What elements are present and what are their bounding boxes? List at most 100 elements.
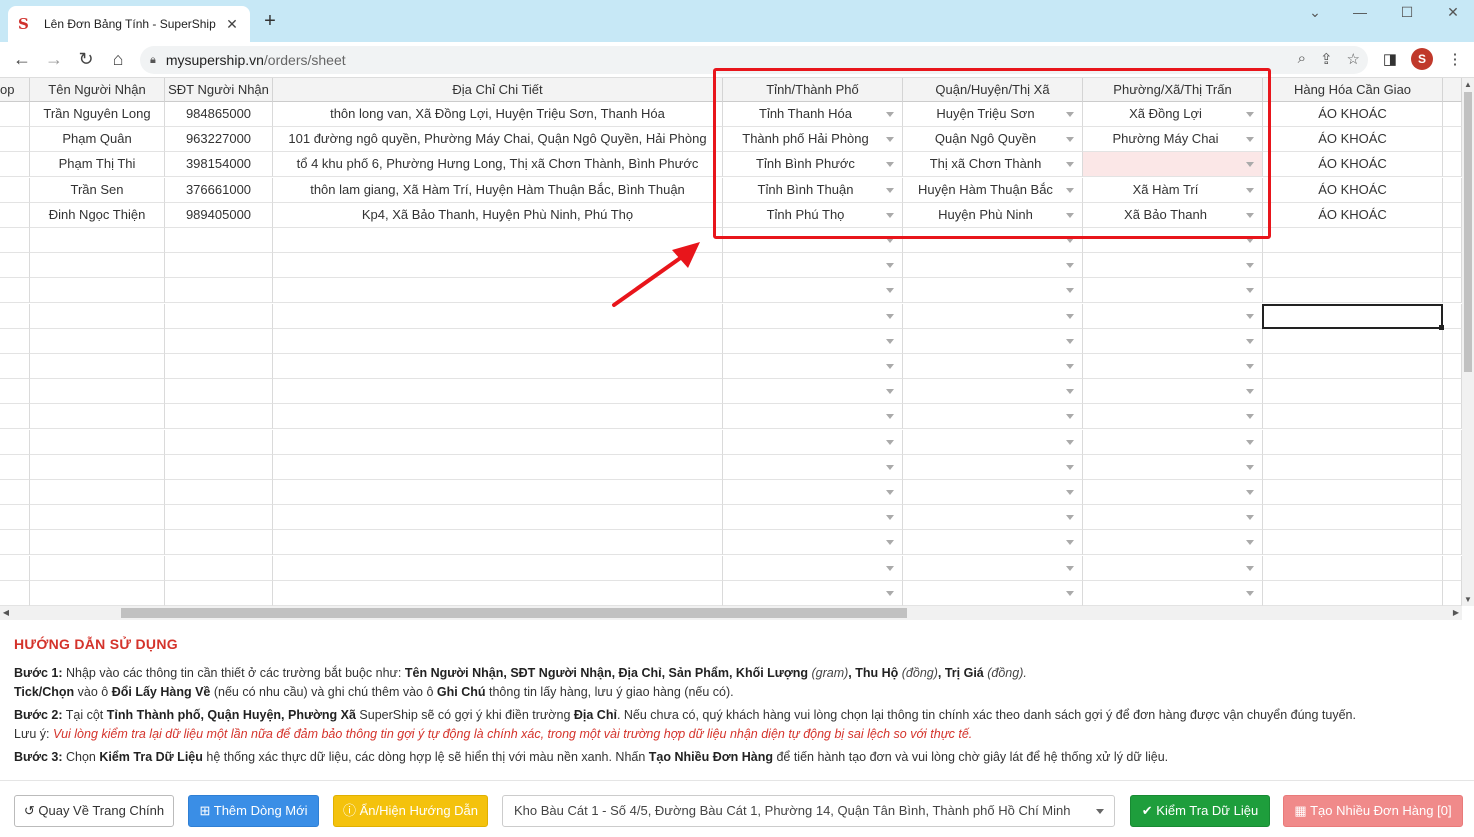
table-cell-district[interactable] (903, 530, 1083, 556)
table-cell-goods[interactable]: ÁO KHOÁC (1263, 127, 1443, 153)
row-stub-cell[interactable] (0, 228, 30, 253)
table-cell-name[interactable] (30, 228, 165, 253)
table-cell-province[interactable] (723, 429, 903, 455)
table-cell-goods[interactable]: ÁO KHOÁC (1263, 202, 1443, 228)
row-stub-cell[interactable] (0, 454, 30, 480)
tab-search-icon[interactable]: ⌄ (1300, 4, 1330, 21)
toggle-guide-button[interactable]: ⓘ Ẩn/Hiện Hướng Dẫn (333, 795, 488, 827)
table-cell-phone[interactable] (165, 253, 273, 279)
table-cell-address[interactable]: Kp4, Xã Bảo Thanh, Huyện Phù Ninh, Phú T… (273, 202, 723, 228)
zoom-icon[interactable]: ⌕ (1298, 50, 1306, 68)
table-cell-phone[interactable] (165, 480, 273, 505)
table-cell-district[interactable] (903, 555, 1083, 581)
table-cell-phone[interactable]: 963227000 (165, 127, 273, 153)
row-stub-cell[interactable] (0, 404, 30, 430)
row-stub-cell[interactable] (0, 177, 30, 203)
scroll-left-icon[interactable]: ◀ (0, 606, 12, 620)
table-cell-goods[interactable] (1263, 228, 1443, 253)
row-stub-cell[interactable] (0, 102, 30, 127)
table-cell-goods[interactable]: ÁO KHOÁC (1263, 102, 1443, 127)
row-stub-cell[interactable] (0, 379, 30, 405)
table-cell-ward[interactable] (1083, 379, 1263, 405)
table-cell-address[interactable] (273, 480, 723, 505)
table-cell-goods[interactable] (1263, 379, 1443, 405)
table-cell-province[interactable] (723, 480, 903, 505)
table-cell-name[interactable] (30, 480, 165, 505)
minimize-icon[interactable]: — (1345, 4, 1375, 20)
table-cell-district[interactable] (903, 580, 1083, 606)
table-cell-name[interactable] (30, 253, 165, 279)
table-cell-name[interactable] (30, 454, 165, 480)
table-cell-name[interactable] (30, 379, 165, 405)
scroll-right-icon[interactable]: ▶ (1450, 606, 1462, 620)
table-cell-phone[interactable] (165, 505, 273, 531)
table-cell-name[interactable] (30, 278, 165, 304)
table-cell-district[interactable] (903, 379, 1083, 405)
table-cell-ward[interactable] (1083, 580, 1263, 606)
table-cell-phone[interactable]: 989405000 (165, 202, 273, 228)
table-cell-phone[interactable] (165, 228, 273, 253)
row-stub-cell[interactable] (0, 505, 30, 531)
close-tab-icon[interactable]: ✕ (224, 16, 240, 33)
table-cell-province[interactable] (723, 404, 903, 430)
table-cell-name[interactable] (30, 429, 165, 455)
table-cell-goods[interactable] (1263, 278, 1443, 304)
table-cell-ward[interactable] (1083, 354, 1263, 379)
browser-tab[interactable]: S Lên Đơn Bảng Tính - SuperShip ✕ (8, 6, 250, 42)
table-cell-address[interactable] (273, 404, 723, 430)
create-orders-button[interactable]: ▦ Tạo Nhiều Đơn Hàng [0] (1283, 795, 1463, 827)
table-cell-goods[interactable] (1263, 555, 1443, 581)
table-cell-ward[interactable] (1083, 480, 1263, 505)
table-cell-province[interactable] (723, 454, 903, 480)
table-cell-goods[interactable] (1263, 354, 1443, 379)
table-cell-district[interactable] (903, 278, 1083, 304)
column-header[interactable]: Tên Người Nhận (30, 78, 165, 102)
table-cell-phone[interactable] (165, 580, 273, 606)
column-header[interactable]: Địa Chỉ Chi Tiết (273, 78, 723, 102)
table-cell-district[interactable] (903, 454, 1083, 480)
selected-cell[interactable] (1262, 304, 1444, 330)
table-cell-phone[interactable]: 376661000 (165, 177, 273, 203)
table-cell-address[interactable] (273, 379, 723, 405)
row-stub-cell[interactable] (0, 580, 30, 606)
table-cell-phone[interactable] (165, 555, 273, 581)
maximize-icon[interactable]: ☐ (1392, 4, 1422, 21)
row-stub-cell[interactable] (0, 152, 30, 178)
row-stub-cell[interactable] (0, 202, 30, 228)
table-cell-goods[interactable] (1263, 328, 1443, 354)
table-cell-name[interactable] (30, 580, 165, 606)
table-cell-phone[interactable] (165, 328, 273, 354)
table-cell-goods[interactable] (1263, 530, 1443, 556)
table-cell-address[interactable]: tổ 4 khu phố 6, Phường Hưng Long, Thị xã… (273, 152, 723, 178)
table-cell-name[interactable] (30, 354, 165, 379)
table-cell-name[interactable] (30, 328, 165, 354)
table-cell-district[interactable] (903, 480, 1083, 505)
row-stub-cell[interactable] (0, 530, 30, 556)
table-cell-name[interactable] (30, 555, 165, 581)
back-home-button[interactable]: ↺ Quay Về Trang Chính (14, 795, 174, 827)
table-cell-goods[interactable] (1263, 404, 1443, 430)
table-cell-goods[interactable] (1263, 505, 1443, 531)
horizontal-scrollbar[interactable]: ◀ ▶ (0, 606, 1462, 620)
side-panel-icon[interactable]: ◨ (1379, 50, 1401, 68)
table-cell-district[interactable] (903, 328, 1083, 354)
table-cell-ward[interactable] (1083, 328, 1263, 354)
table-cell-province[interactable] (723, 278, 903, 304)
row-stub-cell[interactable] (0, 354, 30, 379)
reload-icon[interactable]: ↻ (74, 48, 98, 70)
profile-avatar[interactable]: S (1411, 48, 1433, 70)
table-cell-name[interactable]: Phạm Thị Thi (30, 152, 165, 178)
check-data-button[interactable]: ✔ Kiểm Tra Dữ Liệu (1130, 795, 1270, 827)
forward-icon[interactable]: → (42, 48, 66, 70)
table-cell-goods[interactable] (1263, 429, 1443, 455)
table-cell-district[interactable] (903, 505, 1083, 531)
column-header[interactable]: Hàng Hóa Cần Giao (1263, 78, 1443, 102)
table-cell-ward[interactable] (1083, 278, 1263, 304)
table-cell-phone[interactable] (165, 354, 273, 379)
table-cell-name[interactable] (30, 530, 165, 556)
table-cell-province[interactable] (723, 253, 903, 279)
table-cell-goods[interactable] (1263, 480, 1443, 505)
table-cell-ward[interactable] (1083, 404, 1263, 430)
table-cell-phone[interactable]: 984865000 (165, 102, 273, 127)
table-cell-goods[interactable] (1263, 253, 1443, 279)
